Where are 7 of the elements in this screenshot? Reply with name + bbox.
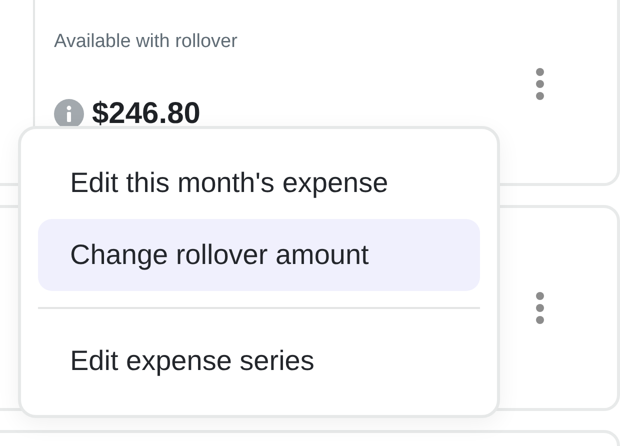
more-icon[interactable] [533, 291, 547, 325]
menu-item[interactable]: Edit this month's expense [38, 147, 480, 219]
amount-value: $246.80 [92, 97, 200, 131]
available-label: Available with rollover [54, 31, 238, 53]
more-icon[interactable] [533, 67, 547, 101]
menu-item[interactable]: Edit expense series [38, 325, 480, 397]
menu-item[interactable]: Change rollover amount [38, 219, 480, 291]
